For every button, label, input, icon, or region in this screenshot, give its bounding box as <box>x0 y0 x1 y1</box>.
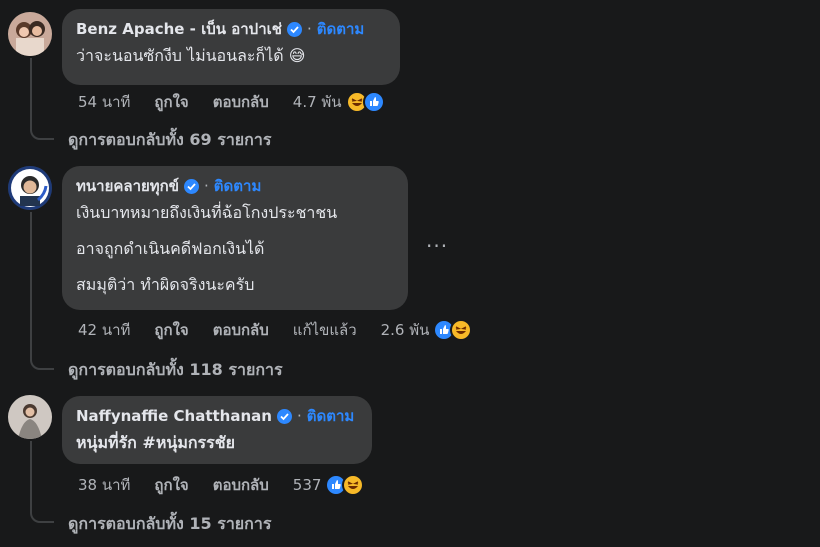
comment-text: เงินบาทหมายถึงเงินที่ฉ้อโกงประชาชน อาจถู… <box>76 202 394 296</box>
follow-button[interactable]: ติดตาม <box>317 19 365 39</box>
like-button[interactable]: ถูกใจ <box>154 318 188 342</box>
view-replies-link[interactable]: ดูการตอบกลับทั้ง 15 รายการ <box>68 512 271 537</box>
like-button[interactable]: ถูกใจ <box>154 473 188 497</box>
comment-line: สมมุติว่า ทำผิดจริงนะครับ <box>76 275 255 294</box>
comment-line: เงินบาทหมายถึงเงินที่ฉ้อโกงประชาชน <box>76 203 338 222</box>
avatar[interactable] <box>8 12 52 56</box>
reaction-summary[interactable]: 4.7 พัน <box>293 90 385 114</box>
verified-icon <box>276 408 292 424</box>
timestamp-link[interactable]: 54 นาที <box>78 90 130 114</box>
separator-dot: · <box>296 407 302 425</box>
comment-actions: 54 นาที ถูกใจ ตอบกลับ 4.7 พัน <box>78 90 385 114</box>
comment-actions: 38 นาที ถูกใจ ตอบกลับ 537 <box>78 473 365 497</box>
timestamp-link[interactable]: 38 นาที <box>78 473 130 497</box>
verified-icon <box>286 21 302 37</box>
like-button[interactable]: ถูกใจ <box>154 90 188 114</box>
comment-bubble: ทนายคลายทุกข์ · ติดตาม เงินบาทหมายถึงเงิ… <box>62 166 408 310</box>
author-name[interactable]: Benz Apache - เบ็น อาปาเช่ <box>76 19 282 39</box>
avatar[interactable] <box>8 395 52 439</box>
comment-bubble: Naffynaffie Chatthanan · ติดตาม หนุ่มที่… <box>62 396 372 464</box>
reply-button[interactable]: ตอบกลับ <box>213 90 269 114</box>
author-name[interactable]: ทนายคลายทุกข์ <box>76 176 179 196</box>
reply-button[interactable]: ตอบกลับ <box>213 473 269 497</box>
follow-button[interactable]: ติดตาม <box>214 176 262 196</box>
separator-dot: · <box>306 20 312 38</box>
reply-button[interactable]: ตอบกลับ <box>213 318 269 342</box>
view-replies-link[interactable]: ดูการตอบกลับทั้ง 69 รายการ <box>68 128 271 153</box>
haha-icon <box>342 474 365 496</box>
comment-actions: 42 นาที ถูกใจ ตอบกลับ แก้ไขแล้ว 2.6 พัน <box>78 318 473 342</box>
reaction-count: 2.6 พัน <box>380 321 430 339</box>
more-options-button[interactable]: ... <box>426 228 448 252</box>
thread-line <box>30 212 54 370</box>
edited-label[interactable]: แก้ไขแล้ว <box>293 318 357 342</box>
separator-dot: · <box>204 177 209 195</box>
verified-icon <box>184 178 200 194</box>
haha-icon <box>450 319 473 341</box>
timestamp-link[interactable]: 42 นาที <box>78 318 130 342</box>
comment-text: ว่าจะนอนซักงีบ ไม่นอนละก็ได้ 😅 <box>76 46 306 65</box>
author-name[interactable]: Naffynaffie Chatthanan <box>76 406 272 426</box>
thread-line <box>30 58 54 140</box>
comment-line: อาจถูกดำเนินคดีฟอกเงินได้ <box>76 239 265 258</box>
thread-line <box>30 441 54 523</box>
comment-text: หนุ่มที่รัก #หนุ่มกรรชัย <box>76 433 235 452</box>
reaction-count: 4.7 พัน <box>292 93 342 111</box>
comment-bubble: Benz Apache - เบ็น อาปาเช่ · ติดตาม ว่าจ… <box>62 9 400 85</box>
reaction-summary[interactable]: 2.6 พัน <box>381 318 473 342</box>
like-icon <box>362 91 385 113</box>
view-replies-link[interactable]: ดูการตอบกลับทั้ง 118 รายการ <box>68 358 283 383</box>
follow-button[interactable]: ติดตาม <box>307 406 355 426</box>
reaction-summary[interactable]: 537 <box>293 474 365 496</box>
avatar[interactable] <box>8 166 52 210</box>
reaction-count: 537 <box>292 476 322 494</box>
